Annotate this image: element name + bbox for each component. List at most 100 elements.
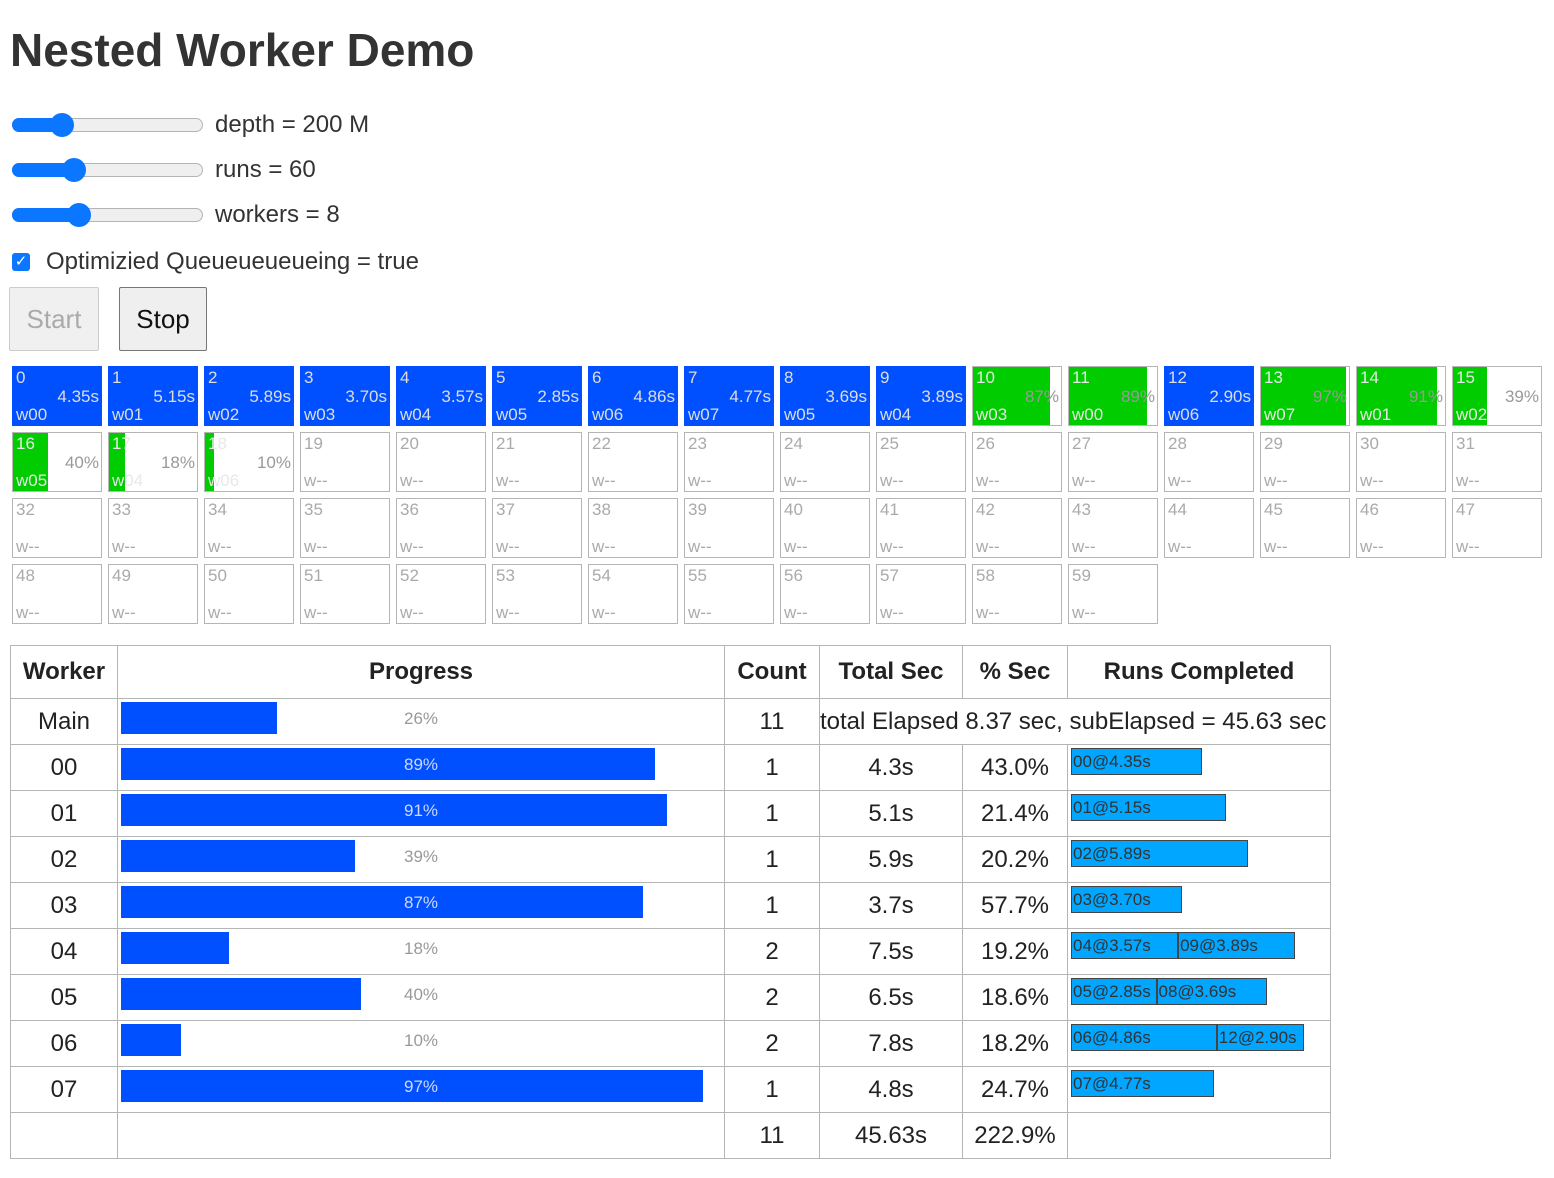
- run-cell-12: 12 2.90s w06: [1164, 366, 1254, 426]
- run-number: 32: [16, 500, 35, 519]
- run-cell-29: 29 w--: [1260, 432, 1350, 492]
- slider-thumb[interactable]: [67, 203, 92, 227]
- run-segment: 09@3.89s: [1178, 932, 1295, 959]
- worker-cell: 02: [10, 836, 118, 883]
- run-worker: w--: [784, 603, 808, 622]
- run-number: 12: [1168, 368, 1187, 387]
- depth-control: depth = 200 M: [10, 110, 369, 140]
- run-number: 52: [400, 566, 419, 585]
- run-worker: w--: [112, 537, 136, 556]
- progress-cell: 91%: [117, 790, 725, 837]
- run-cell-4: 4 3.57s w04: [396, 366, 486, 426]
- workers-slider[interactable]: [10, 200, 205, 230]
- run-number: 9: [880, 368, 890, 387]
- run-number: 56: [784, 566, 803, 585]
- worker-cell: 00: [10, 744, 118, 791]
- run-cell-54: 54 w--: [588, 564, 678, 624]
- col-header-progress: Progress: [117, 645, 725, 699]
- run-worker: w02: [208, 405, 240, 424]
- run-number: 29: [1264, 434, 1283, 453]
- run-cell-31: 31 w--: [1452, 432, 1542, 492]
- run-cell-40: 40 w--: [780, 498, 870, 558]
- run-worker: w--: [880, 603, 904, 622]
- table-row: 07 97% 1 4.8s 24.7% 07@4.77s: [10, 1066, 1331, 1113]
- run-time: 2.90s: [1209, 387, 1251, 406]
- run-number: 46: [1360, 500, 1379, 519]
- run-number: 51: [304, 566, 323, 585]
- progress-cell: 89%: [117, 744, 725, 791]
- run-worker: w--: [592, 603, 616, 622]
- run-worker: w--: [592, 471, 616, 490]
- table-row: 03 87% 1 3.7s 57.7% 03@3.70s: [10, 882, 1331, 929]
- run-cell-44: 44 w--: [1164, 498, 1254, 558]
- run-time: 91%: [1408, 387, 1443, 406]
- count-cell: 2: [724, 1020, 820, 1067]
- run-worker: w03: [304, 405, 336, 424]
- progress-text: 10%: [403, 1031, 439, 1050]
- run-segment: 12@2.90s: [1216, 1024, 1304, 1051]
- run-number: 53: [496, 566, 515, 585]
- run-worker: w--: [880, 471, 904, 490]
- run-number: 22: [592, 434, 611, 453]
- run-number: 20: [400, 434, 419, 453]
- run-segment: 00@4.35s: [1071, 748, 1202, 775]
- table-row: 01 91% 1 5.1s 21.4% 01@5.15s: [10, 790, 1331, 837]
- pct-sec-cell: 18.6%: [962, 974, 1068, 1021]
- run-time: 3.57s: [441, 387, 483, 406]
- run-worker: w04: [112, 471, 144, 490]
- run-number: 24: [784, 434, 803, 453]
- run-cell-26: 26 w--: [972, 432, 1062, 492]
- run-segment: 07@4.77s: [1071, 1070, 1215, 1097]
- slider-thumb[interactable]: [62, 158, 87, 182]
- run-worker: w03: [976, 405, 1008, 424]
- run-number: 37: [496, 500, 515, 519]
- run-number: 13: [1264, 368, 1283, 387]
- pct-sec-cell: 57.7%: [962, 882, 1068, 929]
- run-cell-24: 24 w--: [780, 432, 870, 492]
- progress-text: 97%: [403, 1077, 439, 1096]
- run-worker: w01: [1360, 405, 1392, 424]
- run-number: 57: [880, 566, 899, 585]
- run-cell-46: 46 w--: [1356, 498, 1446, 558]
- worker-cell: 05: [10, 974, 118, 1021]
- run-worker: w--: [880, 537, 904, 556]
- run-cell-7: 7 4.77s w07: [684, 366, 774, 426]
- table-row: 02 39% 1 5.9s 20.2% 02@5.89s: [10, 836, 1331, 883]
- run-worker: w--: [688, 471, 712, 490]
- run-cell-59: 59 w--: [1068, 564, 1158, 624]
- run-cell-23: 23 w--: [684, 432, 774, 492]
- run-number: 10: [976, 368, 995, 387]
- run-number: 44: [1168, 500, 1187, 519]
- run-worker: w--: [976, 471, 1000, 490]
- run-cell-39: 39 w--: [684, 498, 774, 558]
- slider-thumb[interactable]: [50, 113, 75, 137]
- run-cell-52: 52 w--: [396, 564, 486, 624]
- run-cell-20: 20 w--: [396, 432, 486, 492]
- start-button[interactable]: Start: [9, 287, 99, 351]
- run-time: 5.15s: [153, 387, 195, 406]
- run-segment: 08@3.69s: [1156, 978, 1268, 1005]
- run-worker: w--: [1264, 537, 1288, 556]
- run-number: 59: [1072, 566, 1091, 585]
- run-time: 3.69s: [825, 387, 867, 406]
- run-segment: 04@3.57s: [1071, 932, 1179, 959]
- pct-sec-cell: 24.7%: [962, 1066, 1068, 1113]
- run-worker: w--: [976, 603, 1000, 622]
- run-cell-17: 17 18% w04: [108, 432, 198, 492]
- depth-slider[interactable]: [10, 110, 205, 140]
- run-number: 1: [112, 368, 122, 387]
- pct-sec-cell: 43.0%: [962, 744, 1068, 791]
- stop-button[interactable]: Stop: [119, 287, 207, 351]
- runs-completed-cell: 07@4.77s: [1067, 1066, 1331, 1113]
- run-number: 14: [1360, 368, 1379, 387]
- run-cell-11: 11 89% w00: [1068, 366, 1158, 426]
- optimized-queueing-checkbox[interactable]: ✓: [12, 253, 30, 271]
- run-cell-8: 8 3.69s w05: [780, 366, 870, 426]
- page-title: Nested Worker Demo: [10, 24, 475, 76]
- total-sec-cell: 5.1s: [819, 790, 963, 837]
- run-number: 49: [112, 566, 131, 585]
- run-worker: w--: [496, 603, 520, 622]
- progress-cell: 40%: [117, 974, 725, 1021]
- runs-slider[interactable]: [10, 155, 205, 185]
- run-worker: w--: [1264, 471, 1288, 490]
